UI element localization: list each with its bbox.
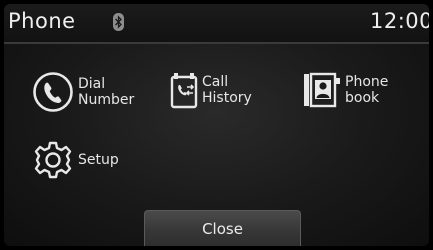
call-history-button[interactable]: Call History (170, 71, 252, 109)
phone-screen: Phone 12:00 Dial Number Call History Pho… (0, 0, 433, 250)
contact-book-icon (304, 72, 340, 108)
dial-number-button[interactable]: Dial Number (32, 71, 134, 113)
setup-label: Setup (78, 152, 119, 168)
phone-handset-icon (33, 72, 73, 112)
phone-book-label: Phone book (345, 74, 389, 106)
call-history-label: Call History (202, 74, 252, 106)
close-button[interactable]: Close (144, 210, 301, 246)
phone-book-button[interactable]: Phone book (301, 71, 388, 109)
display-frame: Phone 12:00 Dial Number Call History Pho… (4, 4, 429, 246)
call-history-icon (170, 73, 198, 109)
bluetooth-icon (113, 13, 124, 31)
setup-button[interactable]: Setup (32, 139, 119, 181)
clock: 12:00 (369, 9, 429, 33)
page-title: Phone (8, 9, 76, 33)
dial-number-label: Dial Number (78, 76, 135, 108)
gear-icon (34, 141, 72, 179)
status-bar: Phone 12:00 (4, 4, 429, 44)
